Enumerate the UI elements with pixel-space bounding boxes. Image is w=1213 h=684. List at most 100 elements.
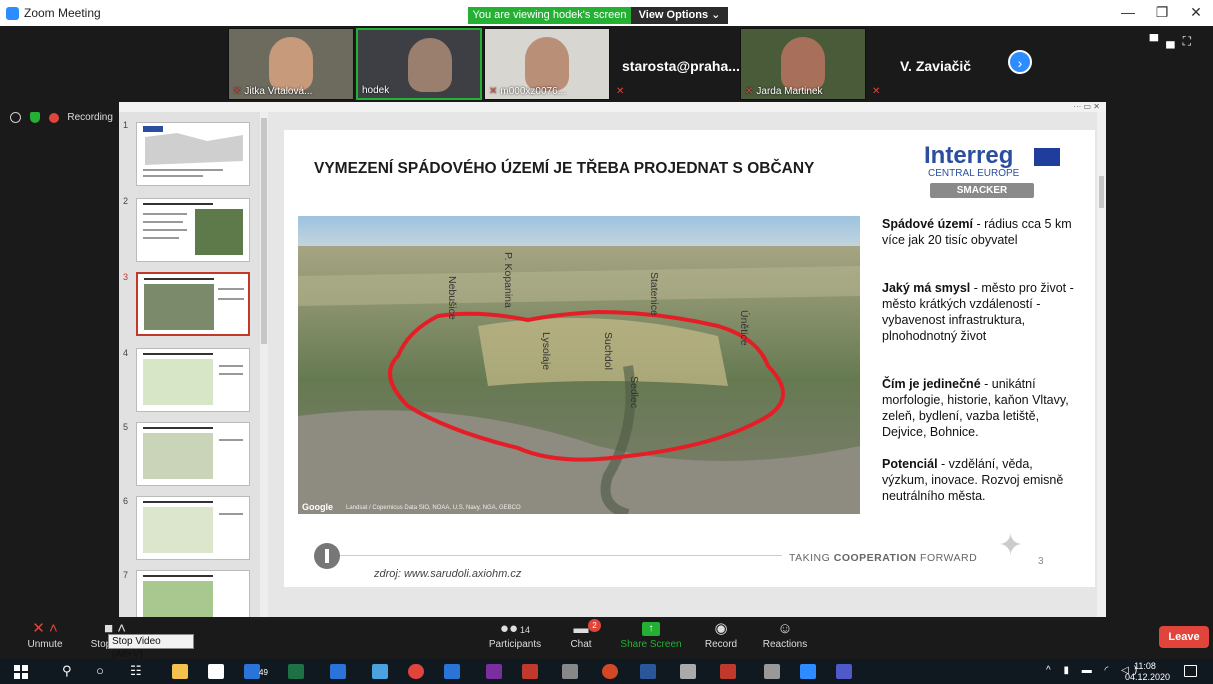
logo-subtitle: CENTRAL EUROPE [928, 168, 1020, 179]
minimize-button[interactable]: — [1118, 4, 1138, 20]
app-icon[interactable] [764, 664, 780, 679]
participant-tile[interactable]: starosta@praha... ✕ [612, 28, 740, 100]
excel-icon[interactable] [288, 664, 304, 679]
slide-title: VYMEZENÍ SPÁDOVÉHO ÚZEMÍ JE TŘEBA PROJED… [314, 160, 815, 177]
project-name: SMACKER [930, 183, 1034, 198]
thumbnail-scrollbar[interactable] [260, 112, 268, 617]
info-icon[interactable] [10, 112, 21, 123]
participant-name: hodek [362, 85, 390, 96]
reactions-button[interactable]: ☺ Reactions [750, 619, 820, 657]
chat-button[interactable]: ▬ 2 Chat [546, 619, 616, 657]
mail-icon[interactable] [244, 664, 260, 679]
text-block: Čím je jedinečné - unikátní morfologie, … [882, 376, 1082, 440]
slide-thumbnail[interactable] [136, 496, 250, 560]
chat-unread-badge: 2 [588, 619, 601, 632]
map-label: Sedlec [628, 376, 640, 409]
logo-word: Interreg [924, 142, 1014, 169]
search-icon[interactable]: ⚲ [62, 663, 72, 679]
participants-count: 14 [520, 625, 531, 635]
task-view-icon[interactable]: ☷ [130, 663, 142, 679]
footer-tagline: TAKING COOPERATION FORWARD [789, 552, 978, 564]
slide-thumbnail-pane: 1 2 3 4 5 6 7 [119, 112, 261, 617]
acrobat-icon[interactable] [522, 664, 538, 679]
slide-number: 4 [123, 348, 129, 358]
participant-name: m000xz0076... [500, 86, 566, 97]
aerial-map-image: Nebušice P. Kopanina Lysolaje Suchdol Se… [298, 216, 860, 514]
map-label: Nebušice [446, 276, 458, 320]
text-block: Potenciál - vzdělání, věda, výzkum, inov… [882, 456, 1082, 504]
save-icon[interactable] [444, 664, 460, 679]
teams-icon[interactable] [836, 664, 852, 679]
windows-taskbar: ⚲ ○ ☷ 49 ^ ▮ ▬ ◜ ◁) 11:08 04.12.2020 [0, 659, 1213, 684]
slide-scrollbar[interactable] [1097, 112, 1106, 617]
cortana-icon[interactable]: ○ [96, 663, 104, 678]
onenote-icon[interactable] [486, 664, 502, 679]
chrome-icon[interactable] [408, 664, 424, 679]
slide-thumbnail[interactable] [136, 122, 250, 186]
share-screen-button[interactable]: ↑ Share Screen [616, 619, 686, 657]
people-icon[interactable] [372, 664, 388, 679]
store-icon[interactable] [208, 664, 224, 679]
participant-video-strip: ✕ Jitka Vrtalová... hodek ✕ m000xz0076... … [0, 26, 1213, 102]
calendar-icon[interactable] [330, 664, 346, 679]
shared-screen: ··· ▭ ✕ 1 2 3 4 5 6 7 VYMEZENÍ SPÁDOVÉHO… [119, 102, 1106, 617]
slide-thumbnail[interactable] [136, 198, 250, 262]
paint-icon[interactable] [562, 664, 578, 679]
next-page-arrow-icon[interactable]: › [1008, 50, 1032, 74]
leave-button[interactable]: Leave [1159, 626, 1209, 648]
slide-thumbnail[interactable] [136, 422, 250, 486]
slide-thumbnail[interactable] [136, 348, 250, 412]
view-options-button[interactable]: View Options ⌄ [631, 7, 728, 24]
zoom-taskbar-icon[interactable] [800, 664, 816, 679]
unmute-button[interactable]: ✕ ˄ Unmute [10, 619, 80, 657]
interreg-logo: Interreg CENTRAL EUROPE SMACKER [914, 140, 1064, 200]
participant-tile[interactable]: ✕ Jarda Martinek [740, 28, 866, 100]
zoom-app-icon [6, 7, 19, 20]
close-button[interactable]: ✕ [1186, 4, 1206, 21]
participant-tile[interactable]: ✕ Jitka Vrtalová... [228, 28, 354, 100]
block-heading: Potenciál [882, 457, 938, 471]
decorative-star-icon: ✦ [998, 529, 1024, 562]
block-heading: Spádové území [882, 217, 973, 231]
muted-mic-icon: ✕ [745, 86, 754, 97]
participant-tile[interactable]: hodek [356, 28, 482, 100]
windows-start-icon[interactable] [14, 665, 28, 679]
record-button[interactable]: ◉ Record [686, 619, 756, 657]
record-icon: ◉ [714, 620, 728, 637]
app-icon[interactable] [720, 664, 736, 679]
ppt-window-controls[interactable]: ··· ▭ ✕ [119, 102, 1106, 112]
slide-thumbnail-selected[interactable] [136, 272, 250, 336]
slide-number: 7 [123, 570, 129, 580]
map-label: Lysolaje [540, 332, 552, 371]
slide-page-number: 3 [1038, 556, 1044, 567]
participant-name: Jarda Martinek [756, 86, 823, 97]
slide-number: 1 [123, 120, 129, 130]
slide-number: 6 [123, 496, 129, 506]
participant-video [781, 37, 825, 91]
stop-video-tooltip: Stop Video (Alt+V) [108, 634, 194, 660]
word-icon[interactable] [640, 664, 656, 679]
participant-name: starosta@praha... [622, 58, 740, 74]
participants-icon: ●● [499, 620, 519, 637]
slide-thumbnail[interactable] [136, 570, 250, 617]
share-arrow-icon: ↑ [642, 622, 660, 637]
chat-bubble-icon: ▬ [573, 620, 589, 637]
block-heading: Jaký má smysl [882, 281, 971, 295]
map-data-attribution: Landsat / Copernicus Data SIO, NOAA, U.S… [346, 505, 521, 511]
powerpoint-icon[interactable] [602, 664, 618, 679]
recording-indicator[interactable]: Recording [10, 112, 119, 123]
muted-mic-icon: ✕ [872, 86, 881, 97]
taskbar-clock[interactable]: 11:08 04.12.2020 [1125, 661, 1171, 683]
clock-date: 04.12.2020 [1125, 672, 1171, 682]
notifications-icon[interactable] [1184, 665, 1197, 677]
participants-button[interactable]: ●● 14 Participants [480, 619, 550, 657]
participant-tile[interactable]: V. Zaviačič ✕ [868, 28, 994, 100]
gallery-fullscreen-icons[interactable]: ▀▄⛶ [1150, 34, 1199, 49]
app-icon[interactable] [680, 664, 696, 679]
muted-mic-icon: ✕ [489, 86, 498, 97]
participant-tile[interactable]: ✕ m000xz0076... [484, 28, 610, 100]
muted-mic-icon: ✕ [233, 86, 242, 97]
maximize-button[interactable]: ❐ [1152, 4, 1172, 21]
file-explorer-icon[interactable] [172, 664, 188, 679]
shield-icon[interactable] [29, 112, 40, 123]
